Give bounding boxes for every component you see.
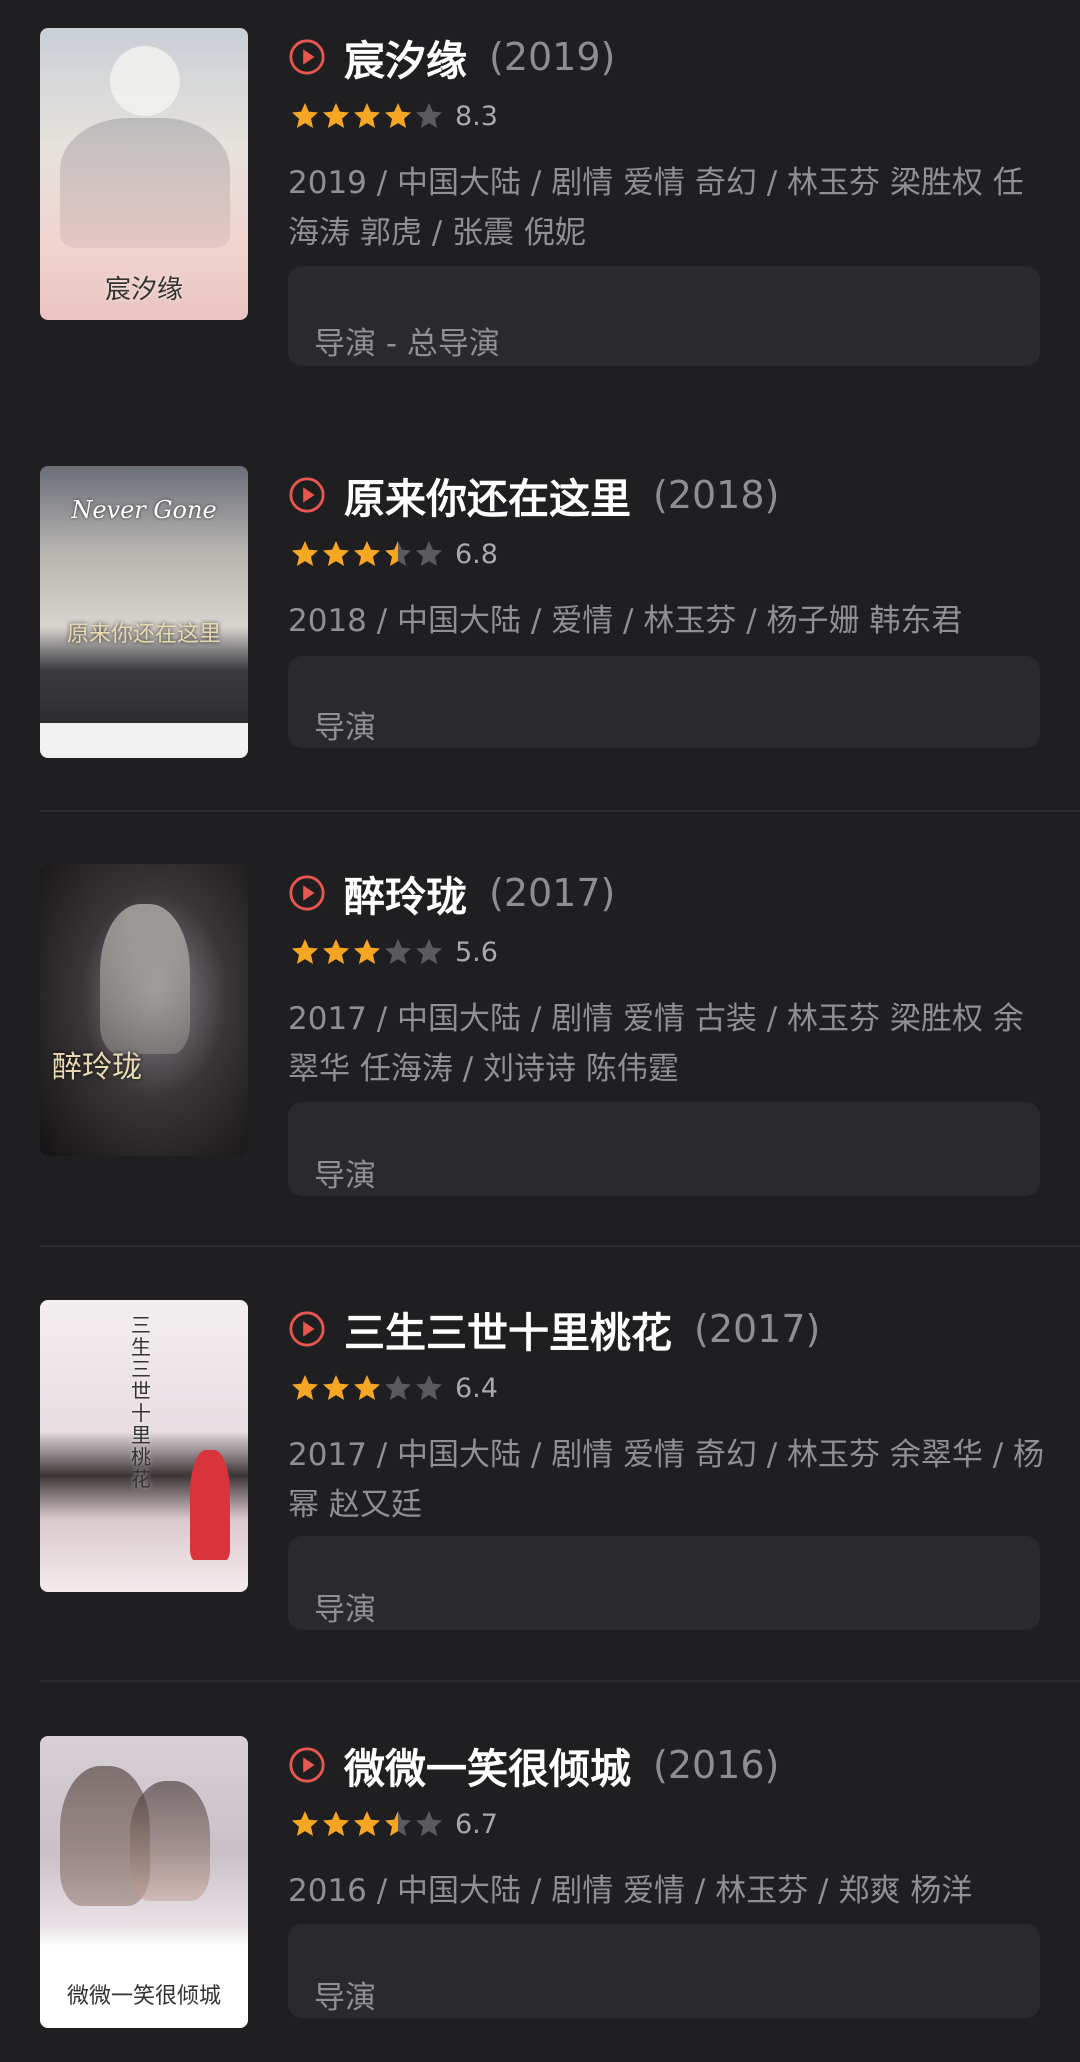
film-title[interactable]: 醉玲珑: [344, 863, 467, 923]
rating-score: 6.4: [455, 1372, 498, 1404]
star-icon: [292, 1375, 318, 1400]
star-icon: [385, 103, 411, 128]
rating: 5.6: [290, 932, 498, 972]
play-circle-icon[interactable]: [288, 874, 326, 912]
film-meta: 2017 / 中国大陆 / 剧情 爱情 奇幻 / 林玉芬 余翠华 / 杨幂 赵又…: [288, 1437, 1045, 1523]
rating-score: 5.6: [455, 936, 498, 968]
film-title[interactable]: 微微一笑很倾城: [344, 1735, 631, 1795]
poster-image[interactable]: 宸汐缘: [40, 28, 248, 320]
star-icon: [416, 541, 442, 566]
star-rating: [290, 101, 445, 131]
poster-image[interactable]: 微微一笑很倾城: [40, 1736, 248, 2028]
credit-card[interactable]: 导演 - 总导演: [288, 266, 1040, 366]
rating: 6.8: [290, 534, 498, 574]
credit-role: 导演: [314, 1158, 376, 1194]
star-icon: [354, 103, 380, 128]
film-meta: 2018 / 中国大陆 / 爱情 / 林玉芬 / 杨子姗 韩东君: [288, 603, 963, 639]
film-title[interactable]: 三生三世十里桃花: [344, 1299, 672, 1359]
star-icon: [354, 1375, 380, 1400]
divider: [40, 810, 1080, 812]
rating: 8.3: [290, 96, 498, 136]
rating-score: 6.8: [455, 538, 498, 570]
film-meta: 2017 / 中国大陆 / 剧情 爱情 古装 / 林玉芬 梁胜权 余翠华 任海涛…: [288, 1001, 1024, 1087]
star-icon: [354, 939, 380, 964]
star-icon: [354, 1811, 380, 1836]
star-icon: [416, 939, 442, 964]
film-title[interactable]: 宸汐缘: [344, 27, 467, 87]
poster-caption: 原来你还在这里: [66, 622, 221, 647]
star-icon: [416, 103, 442, 128]
credit-card[interactable]: 导演: [288, 1536, 1040, 1630]
star-icon: [323, 939, 349, 964]
star-icon: [292, 541, 318, 566]
credit-role: 导演: [314, 1592, 376, 1628]
film-meta: 2019 / 中国大陆 / 剧情 爱情 奇幻 / 林玉芬 梁胜权 任海涛 郭虎 …: [288, 165, 1024, 251]
credit-card[interactable]: 导演: [288, 1924, 1040, 2018]
star-rating: [290, 1373, 445, 1403]
divider: [40, 1680, 1080, 1682]
star-icon: [416, 1375, 442, 1400]
filmography-list: 宸汐缘 宸汐缘 (2019) 8.3 2019 / 中国大陆 / 剧情 爱情 奇…: [0, 0, 1080, 2062]
film-year: (2019): [489, 35, 616, 79]
poster-caption: 醉玲珑: [52, 1050, 142, 1085]
star-icon: [385, 939, 411, 964]
play-circle-icon[interactable]: [288, 476, 326, 514]
star-rating: [290, 1809, 445, 1839]
poster-image[interactable]: 三生三世十里桃花: [40, 1300, 248, 1592]
play-circle-icon[interactable]: [288, 1310, 326, 1348]
star-icon: [323, 1375, 349, 1400]
film-year: (2016): [653, 1743, 780, 1787]
play-circle-icon[interactable]: [288, 38, 326, 76]
credit-role: 导演: [314, 1980, 376, 2016]
poster-image[interactable]: 醉玲珑: [40, 864, 248, 1156]
film-year: (2018): [653, 473, 780, 517]
film-meta: 2016 / 中国大陆 / 剧情 爱情 / 林玉芬 / 郑爽 杨洋: [288, 1873, 973, 1909]
credit-card[interactable]: 导演: [288, 1102, 1040, 1196]
credit-role: 导演 - 总导演: [314, 326, 500, 362]
film-year: (2017): [489, 871, 616, 915]
star-icon: [385, 541, 411, 566]
film-year: (2017): [694, 1307, 821, 1351]
poster-image[interactable]: Never Gone 原来你还在这里: [40, 466, 248, 758]
play-circle-icon[interactable]: [288, 1746, 326, 1784]
poster-subtitle: Never Gone: [71, 496, 217, 524]
star-icon: [354, 541, 380, 566]
star-rating: [290, 937, 445, 967]
divider: [40, 1245, 1080, 1247]
star-rating: [290, 539, 445, 569]
poster-caption: 微微一笑很倾城: [66, 1984, 221, 2009]
star-icon: [292, 103, 318, 128]
rating: 6.7: [290, 1804, 498, 1844]
star-icon: [323, 1811, 349, 1836]
star-icon: [292, 1811, 318, 1836]
star-icon: [323, 103, 349, 128]
film-title[interactable]: 原来你还在这里: [344, 465, 631, 525]
poster-caption: 宸汐缘: [104, 275, 183, 305]
star-icon: [416, 1811, 442, 1836]
star-icon: [385, 1811, 411, 1836]
rating-score: 6.7: [455, 1808, 498, 1840]
rating-score: 8.3: [455, 100, 498, 132]
star-icon: [292, 939, 318, 964]
rating: 6.4: [290, 1368, 498, 1408]
credit-card[interactable]: 导演: [288, 656, 1040, 748]
star-icon: [323, 541, 349, 566]
poster-caption: 三生三世十里桃花: [131, 1313, 151, 1491]
star-icon: [385, 1375, 411, 1400]
credit-role: 导演: [314, 710, 376, 746]
